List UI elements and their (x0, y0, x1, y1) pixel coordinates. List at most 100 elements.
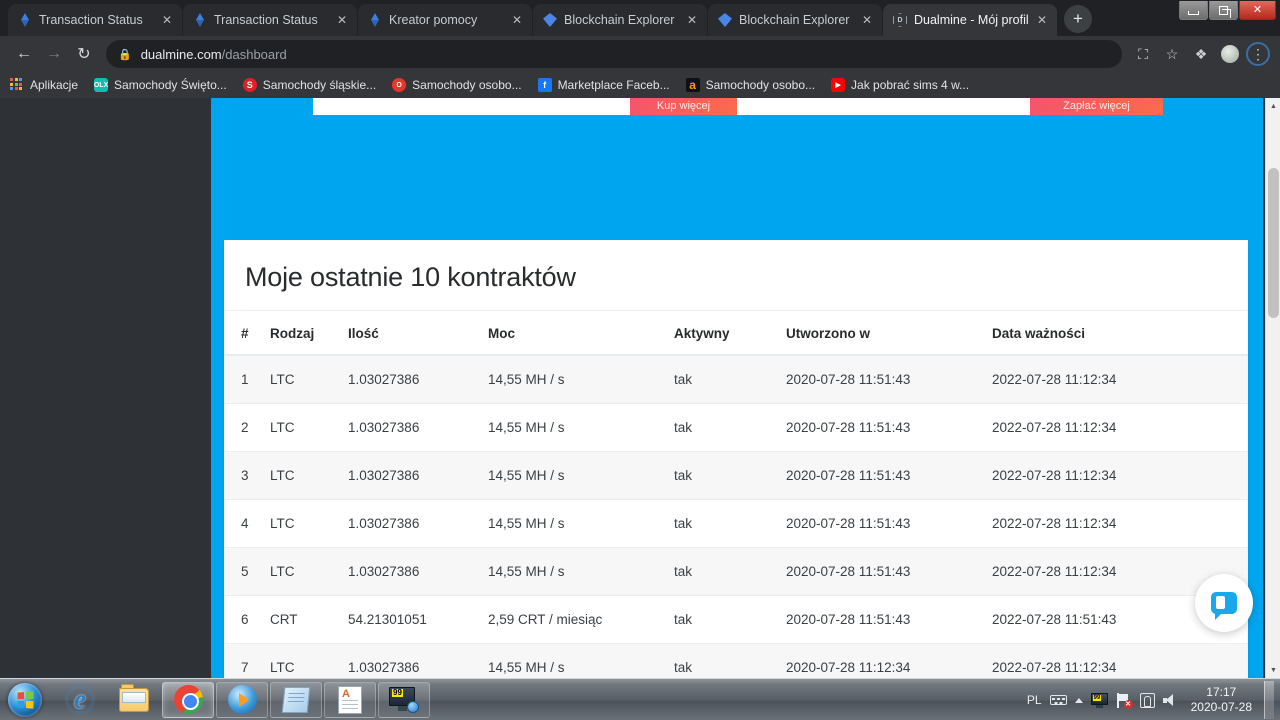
cell-power: 14,55 MH / s (480, 354, 666, 404)
scroll-down-arrow-icon[interactable]: ▼ (1266, 662, 1280, 678)
taskbar-notepad[interactable] (270, 681, 322, 718)
cell-kind: LTC (262, 643, 340, 678)
tab-close-icon[interactable]: ✕ (685, 14, 699, 26)
monitor-99-icon[interactable]: 99 (1090, 692, 1108, 708)
column-header-amount: Ilość (340, 311, 480, 356)
window-controls: ✕ (1179, 1, 1276, 20)
ethereum-icon (193, 13, 207, 27)
keyboard-icon[interactable] (1049, 695, 1067, 705)
show-hidden-icons-chevron[interactable] (1074, 697, 1083, 703)
cast-icon[interactable]: ⛶ (1130, 41, 1156, 67)
table-row[interactable]: 4 LTC 1.03027386 14,55 MH / s tak 2020-0… (224, 499, 1248, 548)
tab-close-icon[interactable]: ✕ (510, 14, 524, 26)
cell-expiry: 2022-07-28 11:12:34 (984, 451, 1248, 500)
reload-button[interactable]: ↻ (70, 40, 98, 68)
table-row[interactable]: 6 CRT 54.21301051 2,59 CRT / miesiąc tak… (224, 595, 1248, 644)
contracts-table-body: 1 LTC 1.03027386 14,55 MH / s tak 2020-0… (224, 354, 1248, 678)
chat-bubble-icon (1211, 592, 1237, 620)
more-menu-icon[interactable]: ⋮ (1246, 42, 1270, 66)
tab-close-icon[interactable]: ✕ (335, 14, 349, 26)
clock[interactable]: 17:17 2020-07-28 (1187, 685, 1256, 715)
cell-amount: 1.03027386 (340, 403, 480, 452)
url-domain: dualmine.com (140, 46, 222, 62)
bookmark-allegro[interactable]: a Samochody osobo... (685, 78, 815, 92)
taskbar-media-player[interactable] (216, 681, 268, 718)
browser-tab-5[interactable]: Blockchain Explorer - ✕ (708, 4, 882, 36)
maximize-button[interactable] (1209, 1, 1238, 20)
omnibox-actions: ⛶ ☆ ❖ ⋮ (1130, 41, 1270, 67)
column-header-kind: Rodzaj (262, 311, 340, 356)
table-row[interactable]: 2 LTC 1.03027386 14,55 MH / s tak 2020-0… (224, 403, 1248, 452)
start-button[interactable] (2, 681, 48, 719)
taskbar-remote-monitor[interactable]: 99 (378, 681, 430, 718)
scrollbar-thumb[interactable] (1268, 168, 1279, 318)
scroll-up-arrow-icon[interactable]: ▲ (1266, 98, 1280, 114)
cell-active: tak (666, 643, 778, 678)
taskbar-items: e 99 (54, 681, 430, 718)
navigation-bar: ← → ↻ 🔒 dualmine.com/dashboard ⛶ ☆ ❖ ⋮ (0, 36, 1280, 72)
star-icon[interactable]: ☆ (1159, 41, 1185, 67)
taskbar-internet-explorer[interactable]: e (54, 682, 106, 718)
new-tab-button[interactable]: + (1064, 5, 1092, 33)
bookmark-olx[interactable]: OLX Samochody Święto... (94, 78, 227, 92)
table-row[interactable]: 7 LTC 1.03027386 14,55 MH / s tak 2020-0… (224, 643, 1248, 678)
ie-icon: e (65, 684, 95, 715)
extensions-icon[interactable]: ❖ (1188, 41, 1214, 67)
taskbar-windows-explorer[interactable] (108, 682, 160, 718)
olx-icon: OLX (94, 78, 108, 92)
network-error-icon[interactable]: ✕ (1116, 692, 1133, 709)
cell-active: tak (666, 403, 778, 452)
volume-icon[interactable] (1162, 693, 1179, 707)
bookmark-apps[interactable]: Aplikacje (10, 78, 78, 92)
browser-tab-2[interactable]: Transaction Status ✕ (183, 4, 357, 36)
cell-active: tak (666, 451, 778, 500)
column-header-num: # (224, 311, 262, 356)
live-chat-button[interactable] (1195, 574, 1253, 632)
cell-power: 14,55 MH / s (480, 403, 666, 452)
cell-active: tak (666, 354, 778, 404)
tab-close-icon[interactable]: ✕ (1035, 14, 1049, 26)
clock-date: 2020-07-28 (1190, 700, 1252, 714)
pay-more-button[interactable]: Zapłać więcej (1030, 98, 1163, 115)
taskbar-google-chrome[interactable] (162, 681, 214, 718)
tab-close-icon[interactable]: ✕ (160, 14, 174, 26)
page-scrollbar[interactable]: ▲ ▼ (1265, 98, 1280, 678)
bookmark-sprzedajemy[interactable]: S Samochody śląskie... (242, 78, 376, 92)
cell-num: 6 (224, 595, 262, 644)
profile-avatar[interactable] (1217, 41, 1243, 67)
cell-expiry: 2022-07-28 11:12:34 (984, 403, 1248, 452)
taskbar-wordpad[interactable] (324, 681, 376, 718)
cell-active: tak (666, 499, 778, 548)
bookmark-otomoto[interactable]: O Samochody osobo... (392, 78, 522, 92)
cell-kind: LTC (262, 499, 340, 548)
hand-icon[interactable] (1139, 692, 1155, 708)
tab-title: Transaction Status (39, 13, 143, 27)
diamond-icon (543, 13, 557, 27)
bookmark-youtube[interactable]: ▶ Jak pobrać sims 4 w... (831, 78, 969, 92)
show-desktop-button[interactable] (1264, 681, 1274, 719)
table-row[interactable]: 5 LTC 1.03027386 14,55 MH / s tak 2020-0… (224, 547, 1248, 596)
minimize-button[interactable] (1179, 1, 1208, 20)
url-text: dualmine.com/dashboard (141, 47, 287, 62)
column-header-expiry: Data ważności (984, 311, 1248, 356)
youtube-icon: ▶ (831, 78, 846, 92)
browser-tab-1[interactable]: Transaction Status ✕ (8, 4, 182, 36)
bookmark-facebook[interactable]: f Marketplace Faceb... (537, 78, 670, 92)
browser-tab-3[interactable]: Kreator pomocy ✕ (358, 4, 532, 36)
back-button[interactable]: ← (10, 40, 38, 68)
close-window-button[interactable]: ✕ (1239, 1, 1276, 20)
forward-button[interactable]: → (40, 40, 68, 68)
language-indicator[interactable]: PL (1027, 693, 1042, 707)
tab-close-icon[interactable]: ✕ (860, 14, 874, 26)
url-path: /dashboard (221, 46, 287, 62)
media-player-icon (227, 685, 257, 714)
table-row[interactable]: 1 LTC 1.03027386 14,55 MH / s tak 2020-0… (224, 354, 1248, 404)
cell-expiry: 2022-07-28 11:12:34 (984, 499, 1248, 548)
cell-created: 2020-07-28 11:12:34 (778, 643, 984, 678)
address-bar[interactable]: 🔒 dualmine.com/dashboard (106, 40, 1122, 68)
browser-tab-4[interactable]: Blockchain Explorer - ✕ (533, 4, 707, 36)
browser-tab-6-active[interactable]: D Dualmine - Mój profil ✕ (883, 4, 1057, 36)
buy-more-button[interactable]: Kup więcej (630, 98, 737, 115)
table-row[interactable]: 3 LTC 1.03027386 14,55 MH / s tak 2020-0… (224, 451, 1248, 500)
cell-num: 7 (224, 643, 262, 678)
